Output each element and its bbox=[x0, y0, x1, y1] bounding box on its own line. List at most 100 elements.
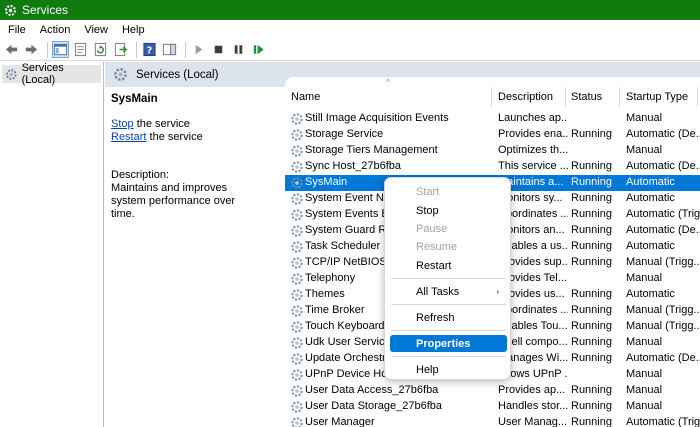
service-startup-type-cell: Automatic (De... bbox=[626, 224, 700, 236]
services-gear-icon bbox=[5, 68, 17, 80]
toolbar: ? bbox=[0, 39, 700, 61]
table-row[interactable]: User Manager User Manag... Running Automati… bbox=[285, 415, 700, 427]
column-separator[interactable] bbox=[491, 87, 492, 107]
column-header-description[interactable]: Description bbox=[498, 91, 553, 105]
description-text: Maintains and improves system performanc… bbox=[111, 182, 236, 220]
refresh-button[interactable] bbox=[92, 41, 109, 58]
service-gear-icon bbox=[290, 144, 304, 158]
column-header-status[interactable]: Status bbox=[571, 91, 602, 105]
service-status-cell: Running bbox=[571, 384, 612, 396]
service-startup-type-cell: Manual bbox=[626, 384, 663, 396]
export-list-button[interactable] bbox=[112, 41, 129, 58]
service-status-cell bbox=[571, 272, 621, 286]
context-menu-item-label: Restart bbox=[416, 259, 452, 272]
service-gear-icon bbox=[290, 208, 304, 222]
context-menu-item-label: Help bbox=[416, 363, 439, 376]
properties-button[interactable] bbox=[72, 41, 89, 58]
service-startup-type-cell: Manual bbox=[626, 336, 663, 348]
help-button[interactable]: ? bbox=[141, 41, 158, 58]
context-menu: Start Stop Pause Resume Restart All Tasks › Ref… bbox=[384, 177, 511, 380]
pause-icon bbox=[234, 45, 243, 54]
service-status-cell: Running bbox=[571, 416, 612, 427]
service-status-cell bbox=[571, 368, 621, 382]
restart-service-button[interactable] bbox=[250, 41, 267, 58]
context-menu-separator bbox=[391, 356, 506, 357]
service-description-cell: Handles stor... bbox=[498, 400, 568, 412]
service-startup-type-cell: Manual (Trigg... bbox=[626, 304, 700, 316]
service-startup-type-cell: Manual bbox=[626, 368, 663, 380]
table-row[interactable]: Storage Tiers Management Optimizes th... M… bbox=[285, 143, 700, 159]
description-label: Description: bbox=[111, 169, 170, 181]
service-startup-type-cell: Manual (Trigg... bbox=[626, 320, 700, 332]
refresh-icon bbox=[94, 42, 107, 57]
help-icon: ? bbox=[143, 42, 156, 56]
forward-arrow-icon bbox=[25, 44, 38, 55]
stop-service-button[interactable] bbox=[210, 41, 227, 58]
start-service-button[interactable] bbox=[190, 41, 207, 58]
service-gear-icon bbox=[290, 384, 304, 398]
table-row[interactable]: User Data Storage_27b6fba Handles stor...… bbox=[285, 399, 700, 415]
window-title: Services bbox=[22, 3, 69, 17]
table-row[interactable]: Storage Service Provides ena... Running Aut… bbox=[285, 127, 700, 143]
context-menu-item-label: Resume bbox=[416, 240, 457, 253]
service-name-cell: Still Image Acquisition Events bbox=[305, 112, 449, 124]
service-description-cell: Provides ena... bbox=[498, 128, 568, 140]
show-hide-pane-button[interactable] bbox=[161, 41, 178, 58]
stop-icon bbox=[214, 45, 223, 54]
restart-service-link[interactable]: Restart bbox=[111, 131, 146, 143]
context-menu-pause: Pause bbox=[390, 220, 507, 237]
pause-service-button[interactable] bbox=[230, 41, 247, 58]
context-menu-help[interactable]: Help bbox=[390, 361, 507, 378]
service-description-cell: Provides ap... bbox=[498, 384, 566, 396]
service-status-cell: Running bbox=[571, 256, 612, 268]
table-row[interactable]: Still Image Acquisition Events Launches a… bbox=[285, 111, 700, 127]
services-gear-icon bbox=[114, 68, 127, 81]
column-separator[interactable] bbox=[697, 87, 698, 107]
service-description-cell: Launches ap... bbox=[498, 112, 568, 124]
stop-service-link[interactable]: Stop bbox=[111, 118, 134, 130]
service-status-cell: Running bbox=[571, 192, 612, 204]
service-gear-icon bbox=[290, 352, 304, 366]
service-description-cell: User Manag... bbox=[498, 416, 568, 427]
services-gear-icon bbox=[5, 4, 16, 16]
show-console-tree-button[interactable] bbox=[52, 41, 69, 58]
table-row[interactable]: User Data Access_27b6fba Provides ap... Ru… bbox=[285, 383, 700, 399]
context-menu-start: Start bbox=[390, 183, 507, 200]
menu-help[interactable]: Help bbox=[115, 24, 152, 36]
service-gear-icon bbox=[290, 336, 304, 350]
service-gear-icon bbox=[290, 320, 304, 334]
column-header-startup-type[interactable]: Startup Type bbox=[626, 91, 688, 105]
svg-text:?: ? bbox=[147, 45, 152, 56]
context-menu-all-tasks[interactable]: All Tasks › bbox=[390, 283, 507, 300]
tree-item-services-local[interactable]: Services (Local) bbox=[2, 62, 101, 86]
table-row[interactable]: Sync Host_27b6fba This service ... Running… bbox=[285, 159, 700, 175]
context-menu-restart[interactable]: Restart bbox=[390, 257, 507, 274]
menu-action[interactable]: Action bbox=[33, 24, 78, 36]
tree-item-label: Services (Local) bbox=[21, 62, 64, 86]
menu-view[interactable]: View bbox=[77, 24, 115, 36]
back-button[interactable] bbox=[3, 41, 20, 58]
service-startup-type-cell: Automatic (De... bbox=[626, 160, 700, 172]
toolbar-separator bbox=[185, 41, 186, 58]
context-menu-properties[interactable]: Properties bbox=[390, 335, 507, 352]
service-startup-type-cell: Manual bbox=[626, 112, 663, 124]
forward-button[interactable] bbox=[23, 41, 40, 58]
column-header-name[interactable]: Name bbox=[291, 91, 320, 105]
context-menu-item-label: Pause bbox=[416, 222, 448, 235]
show-hide-pane-icon bbox=[162, 43, 177, 56]
service-description-cell: Optimizes th... bbox=[498, 144, 568, 156]
console-tree-icon bbox=[53, 43, 68, 56]
context-menu-resume: Resume bbox=[390, 238, 507, 255]
service-startup-type-cell: Automatic bbox=[626, 240, 675, 252]
context-menu-stop[interactable]: Stop bbox=[390, 202, 507, 219]
properties-sheet-icon bbox=[74, 42, 87, 57]
service-gear-icon bbox=[290, 240, 304, 254]
service-startup-type-cell: Automatic bbox=[626, 176, 675, 188]
column-separator[interactable] bbox=[565, 87, 566, 107]
service-status-cell: Running bbox=[571, 400, 612, 412]
context-menu-refresh[interactable]: Refresh bbox=[390, 309, 507, 326]
column-separator[interactable] bbox=[619, 87, 620, 107]
menu-file[interactable]: File bbox=[0, 24, 33, 36]
service-status-cell: Running bbox=[571, 176, 612, 188]
service-name-cell: Sync Host_27b6fba bbox=[305, 160, 402, 172]
